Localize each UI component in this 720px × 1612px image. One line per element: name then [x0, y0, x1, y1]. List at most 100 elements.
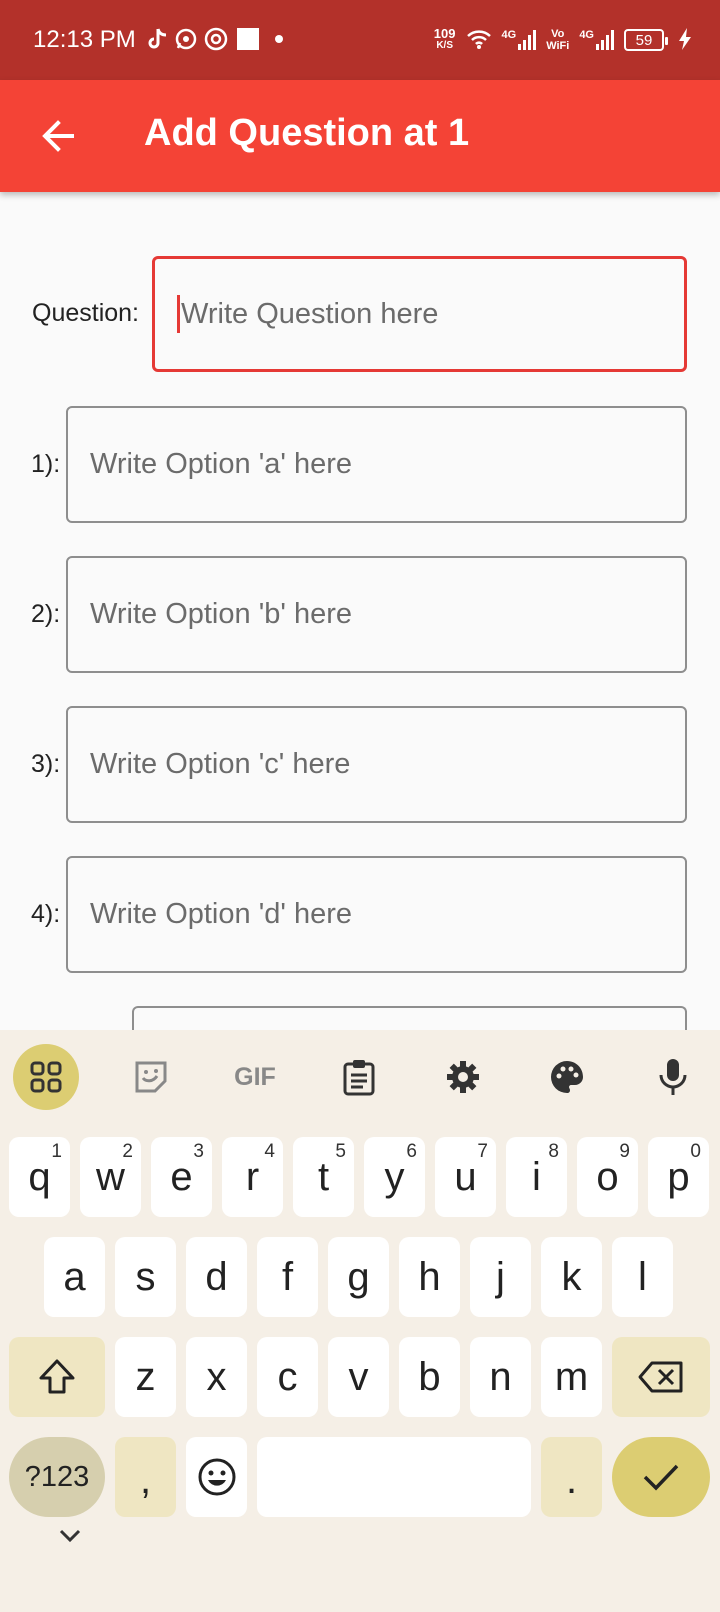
key-o[interactable]: o9	[577, 1137, 638, 1217]
key-g[interactable]: g	[328, 1237, 389, 1317]
gif-icon: GIF	[234, 1062, 276, 1091]
key-hint: 3	[193, 1141, 204, 1162]
key-k[interactable]: k	[541, 1237, 602, 1317]
key-l[interactable]: l	[612, 1237, 673, 1317]
palette-button[interactable]	[534, 1044, 600, 1110]
key-label: w	[96, 1154, 125, 1199]
key-y[interactable]: y6	[364, 1137, 425, 1217]
clipboard-button[interactable]	[326, 1044, 392, 1110]
emoji-icon	[198, 1458, 235, 1496]
key-hint: 7	[477, 1141, 488, 1162]
option-c-placeholder: Write Option 'c' here	[90, 748, 351, 780]
key-label: d	[205, 1254, 228, 1299]
key-r[interactable]: r4	[222, 1137, 283, 1217]
status-right-group: 109 K/S 4G Vo WiFi 4G 59	[434, 22, 692, 58]
key-p[interactable]: p0	[648, 1137, 709, 1217]
key-hint: 6	[406, 1141, 417, 1162]
checkmark-icon	[643, 1464, 679, 1491]
key-label: u	[454, 1154, 477, 1199]
battery-level: 59	[635, 31, 653, 49]
vo-label: Vo	[551, 28, 565, 40]
hide-keyboard-button[interactable]	[58, 1528, 82, 1549]
shift-key[interactable]	[9, 1337, 105, 1417]
sticker-icon	[135, 1061, 167, 1093]
network-speed: 109 K/S	[434, 27, 456, 52]
key-hint: 1	[51, 1141, 62, 1162]
key-label: q	[28, 1154, 51, 1199]
settings-button[interactable]	[430, 1044, 496, 1110]
key-q[interactable]: q1	[9, 1137, 70, 1217]
question-placeholder: Write Question here	[181, 297, 439, 330]
key-t[interactable]: t5	[293, 1137, 354, 1217]
key-j[interactable]: j	[470, 1237, 531, 1317]
option-d-input[interactable]: Write Option 'd' here	[66, 856, 687, 973]
key-label: s	[135, 1254, 156, 1299]
key-label: l	[638, 1254, 647, 1299]
key-label: f	[281, 1254, 294, 1299]
enter-key[interactable]	[612, 1437, 710, 1517]
key-d[interactable]: d	[186, 1237, 247, 1317]
key-f[interactable]: f	[257, 1237, 318, 1317]
emoji-key[interactable]	[186, 1437, 247, 1517]
key-hint: 2	[122, 1141, 133, 1162]
key-label: p	[667, 1154, 690, 1199]
key-s[interactable]: s	[115, 1237, 176, 1317]
key-w[interactable]: w2	[80, 1137, 141, 1217]
speed-unit: K/S	[436, 40, 453, 51]
key-z[interactable]: z	[115, 1337, 176, 1417]
option-b-placeholder: Write Option 'b' here	[90, 598, 352, 630]
key-label: y	[384, 1154, 405, 1199]
square-icon	[236, 26, 260, 52]
key-v[interactable]: v	[328, 1337, 389, 1417]
key-h[interactable]: h	[399, 1237, 460, 1317]
key-label: r	[245, 1154, 260, 1199]
key-label: m	[554, 1354, 589, 1399]
key-label: c	[277, 1354, 298, 1399]
sticker-button[interactable]	[118, 1044, 184, 1110]
option-b-input[interactable]: Write Option 'b' here	[66, 556, 687, 673]
microphone-button[interactable]	[640, 1044, 706, 1110]
key-n[interactable]: n	[470, 1337, 531, 1417]
key-label: .	[565, 1458, 578, 1502]
comma-key[interactable]: ,	[115, 1437, 176, 1517]
target-icon	[204, 26, 228, 52]
key-e[interactable]: e3	[151, 1137, 212, 1217]
key-m[interactable]: m	[541, 1337, 602, 1417]
settings-icon	[447, 1061, 479, 1093]
page-title: Add Question at 1	[144, 112, 470, 154]
key-b[interactable]: b	[399, 1337, 460, 1417]
key-hint: 4	[264, 1141, 275, 1162]
key-label: t	[317, 1154, 330, 1199]
symbols-key[interactable]: ?123	[9, 1437, 105, 1517]
key-i[interactable]: i8	[506, 1137, 567, 1217]
period-key[interactable]: .	[541, 1437, 602, 1517]
backspace-key[interactable]	[612, 1337, 710, 1417]
apps-grid-button[interactable]	[13, 1044, 79, 1110]
back-button[interactable]	[36, 114, 80, 158]
key-label: b	[418, 1354, 441, 1399]
option-c-label: 3):	[31, 750, 61, 778]
key-label: j	[496, 1254, 505, 1299]
key-u[interactable]: u7	[435, 1137, 496, 1217]
wifi-label: WiFi	[546, 40, 570, 52]
key-hint: 0	[690, 1141, 701, 1162]
key-a[interactable]: a	[44, 1237, 105, 1317]
space-key[interactable]	[257, 1437, 531, 1517]
key-c[interactable]: c	[257, 1337, 318, 1417]
network-type-1: 4G	[501, 29, 517, 41]
gif-button[interactable]: GIF	[222, 1044, 288, 1110]
option-a-input[interactable]: Write Option 'a' here	[66, 406, 687, 523]
vowifi-indicator: Vo WiFi	[546, 28, 569, 52]
option-c-input[interactable]: Write Option 'c' here	[66, 706, 687, 823]
apps-grid-icon	[30, 1061, 62, 1093]
key-label: o	[596, 1154, 619, 1199]
key-label: z	[135, 1354, 156, 1399]
microphone-icon	[659, 1059, 687, 1095]
shift-icon	[39, 1359, 75, 1394]
key-hint: 9	[619, 1141, 630, 1162]
question-input[interactable]: Write Question here	[152, 256, 687, 372]
whatsapp-icon	[174, 26, 198, 52]
key-label: n	[489, 1354, 512, 1399]
key-label: a	[63, 1254, 86, 1299]
key-x[interactable]: x	[186, 1337, 247, 1417]
